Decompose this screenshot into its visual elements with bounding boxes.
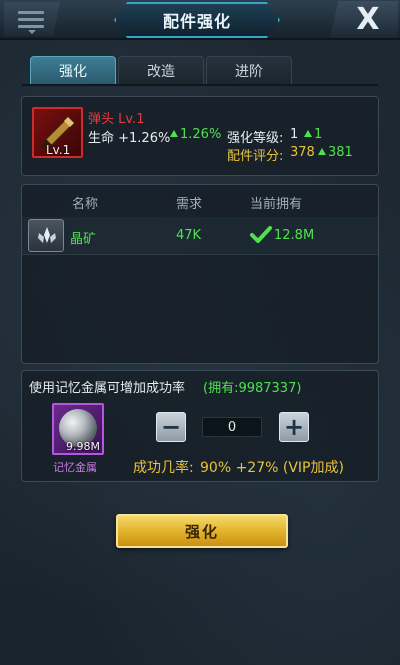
menu-button[interactable] [4, 2, 60, 36]
life-gain-value: 1.26% [180, 127, 222, 142]
enhance-level-gain-value: 1 [314, 127, 323, 142]
enhance-button-label: 强化 [184, 522, 219, 541]
memory-metal-name: 记忆金属 [53, 461, 97, 474]
top-bar: 配件强化 X [0, 0, 400, 40]
item-name: 弹头 Lv.1 [88, 112, 145, 127]
success-rate-value: 90% +27% (VIP加成) [200, 460, 344, 476]
increase-button[interactable]: + [279, 412, 309, 442]
crystal-shape [38, 227, 56, 243]
column-header-need: 需求 [176, 197, 203, 212]
tab-label: 强化 [59, 63, 87, 80]
item-icon[interactable]: Lv.1 [32, 107, 83, 158]
crystal-icon[interactable] [28, 219, 64, 252]
minus-icon: − [160, 413, 182, 441]
check-icon [250, 226, 272, 243]
plus-icon: + [283, 413, 305, 441]
resource-owned: 12.8M [274, 228, 315, 243]
arrow-up-icon [318, 148, 326, 155]
close-icon: X [356, 1, 380, 37]
boost-description: 使用记忆金属可增加成功率 [29, 381, 186, 396]
tab-advance[interactable]: 进阶 [206, 56, 292, 84]
tab-divider [22, 84, 378, 86]
column-header-owned: 当前拥有 [250, 197, 303, 212]
tab-label: 改造 [147, 63, 175, 80]
menu-icon [18, 11, 44, 14]
enhance-level-label: 强化等级: [227, 131, 284, 146]
table-row: 晶矿 47K 12.8M [22, 217, 378, 255]
page-title: 配件强化 [162, 12, 231, 31]
requirements-table: 名称 需求 当前拥有 晶矿 47K 12.8M [21, 184, 379, 364]
enhance-level-gain: 1 [304, 127, 322, 142]
close-button[interactable]: X [330, 1, 398, 38]
boost-panel: 使用记忆金属可增加成功率 (拥有:9987337) 9.98M 记忆金属 − 0… [21, 370, 379, 482]
rating-value: 378 [290, 145, 315, 160]
tab-modify[interactable]: 改造 [118, 56, 204, 84]
rating-gain-value: 381 [328, 145, 353, 160]
tab-enhance[interactable]: 强化 [30, 56, 116, 84]
quantity-field[interactable]: 0 [202, 417, 262, 437]
memory-metal-icon[interactable]: 9.98M [52, 403, 104, 455]
rating-label: 配件评分: [227, 149, 284, 164]
menu-icon-line [18, 25, 44, 28]
success-rate-label: 成功几率: [133, 460, 194, 476]
title-plate: 配件强化 [114, 2, 280, 38]
tab-label: 进阶 [235, 63, 263, 80]
item-level-badge: Lv.1 [46, 143, 71, 157]
resource-need: 47K [176, 228, 202, 243]
decrease-button[interactable]: − [156, 412, 186, 442]
boost-owned: (拥有:9987337) [203, 381, 302, 396]
rating-gain: 381 [318, 145, 353, 160]
menu-icon-line [18, 18, 44, 21]
resource-name: 晶矿 [70, 232, 97, 247]
arrow-up-icon [170, 130, 178, 137]
memory-metal-amount: 9.98M [66, 440, 100, 453]
chevron-down-icon [28, 30, 36, 34]
item-info-panel: Lv.1 弹头 Lv.1 生命 +1.26% 1.26% 强化等级: 1 1 配… [21, 96, 379, 176]
enhance-level-value: 1 [290, 127, 299, 142]
life-stat: 生命 +1.26% [88, 131, 171, 146]
enhance-button[interactable]: 强化 [116, 514, 288, 548]
column-header-name: 名称 [72, 197, 99, 212]
arrow-up-icon [304, 130, 312, 137]
life-gain: 1.26% [170, 127, 221, 142]
